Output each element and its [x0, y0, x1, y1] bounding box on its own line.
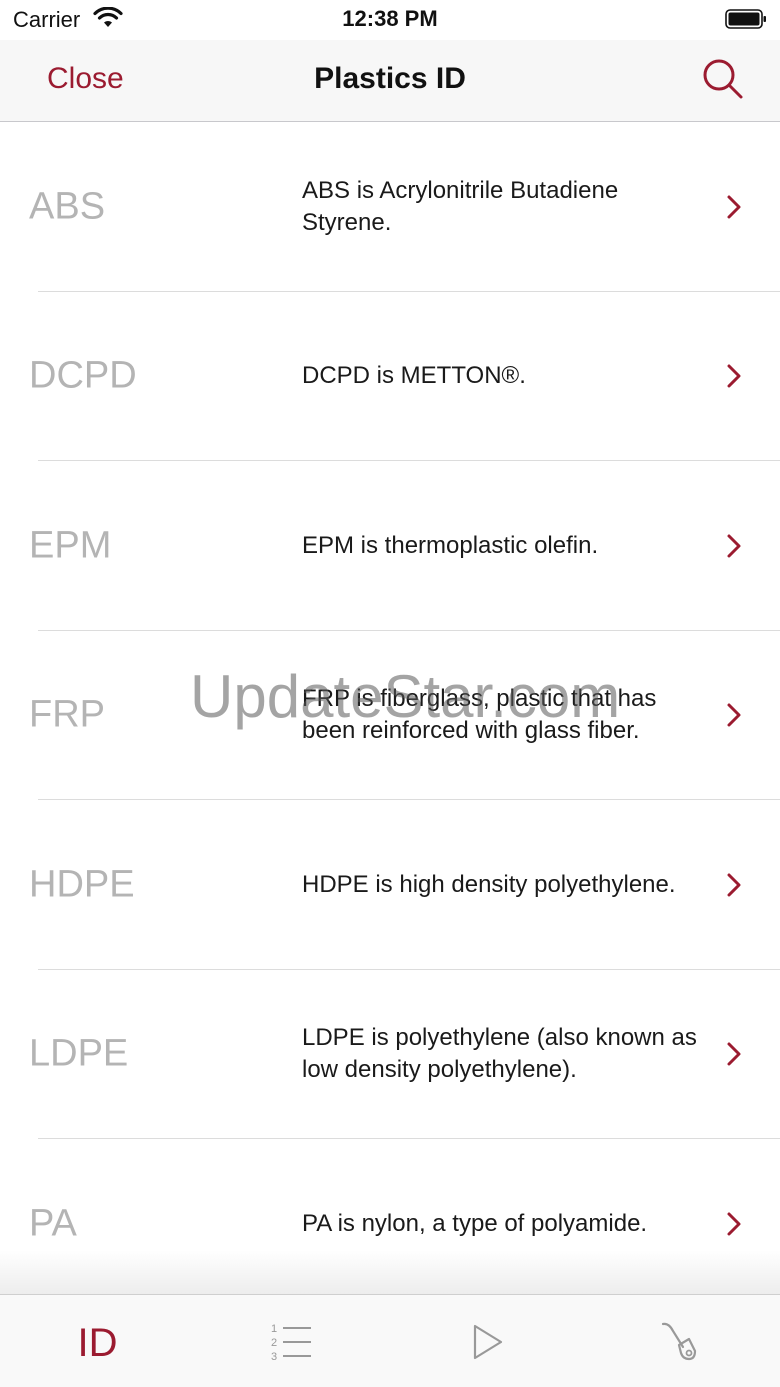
list-item[interactable]: LDPE LDPE is polyethylene (also known as …	[0, 970, 780, 1139]
numbered-list-icon: 1 2 3	[271, 1323, 311, 1363]
navigation-bar: Close Plastics ID	[0, 40, 780, 122]
list-item[interactable]: HDPE HDPE is high density polyethylene.	[0, 800, 780, 970]
plastic-code: PA	[29, 1202, 77, 1245]
tab-bar: ID 1 2 3	[0, 1294, 780, 1387]
svg-text:2: 2	[271, 1337, 277, 1349]
chevron-right-icon	[727, 364, 741, 388]
plastic-description: HDPE is high density polyethylene.	[302, 870, 676, 898]
status-bar: Carrier 12:38 PM	[0, 0, 780, 40]
plastic-code: FRP	[29, 693, 105, 736]
plastic-code: EPM	[29, 524, 112, 567]
list-item[interactable]: PA PA is nylon, a type of polyamide.	[0, 1139, 780, 1294]
list-item[interactable]: EPM EPM is thermoplastic olefin.	[0, 461, 780, 631]
plastic-code: LDPE	[29, 1032, 129, 1075]
plastic-description: ABS is Acrylonitrile Butadiene Styrene.	[302, 176, 619, 236]
tab-id[interactable]: ID	[0, 1295, 195, 1387]
list-item[interactable]: DCPD DCPD is METTON®.	[0, 292, 780, 461]
svg-text:1: 1	[271, 1323, 277, 1335]
chevron-right-icon	[727, 1212, 741, 1236]
chevron-right-icon	[727, 703, 741, 727]
list-item[interactable]: FRP FRP is fiberglass, plastic that has b…	[0, 631, 780, 800]
plastic-description: LDPE is polyethylene (also known as low …	[302, 1024, 697, 1084]
plastic-code: DCPD	[29, 354, 137, 397]
plastic-description: PA is nylon, a type of polyamide.	[302, 1209, 648, 1237]
status-time: 12:38 PM	[342, 6, 438, 31]
chevron-right-icon	[727, 195, 741, 219]
plastic-description: DCPD is METTON®.	[302, 362, 526, 390]
chevron-right-icon	[727, 534, 741, 558]
welding-torch-icon	[661, 1322, 697, 1361]
plastic-description: FRP is fiberglass, plastic that has been…	[302, 685, 657, 745]
plastic-code: ABS	[29, 185, 106, 228]
tab-tools[interactable]	[585, 1295, 780, 1387]
battery-icon	[725, 9, 766, 29]
tab-id-label: ID	[77, 1321, 118, 1365]
page-title: Plastics ID	[314, 62, 466, 95]
search-icon[interactable]	[702, 58, 744, 100]
plastics-list: ABS ABS is Acrylonitrile Butadiene Styren…	[0, 122, 780, 1294]
plastic-description: EPM is thermoplastic olefin.	[302, 531, 599, 559]
play-icon	[473, 1324, 503, 1360]
plastic-code: HDPE	[29, 863, 135, 906]
tab-video[interactable]	[390, 1295, 585, 1387]
tab-list[interactable]: 1 2 3	[195, 1295, 390, 1387]
chevron-right-icon	[727, 1042, 741, 1066]
svg-text:3: 3	[271, 1351, 277, 1363]
chevron-right-icon	[727, 873, 741, 897]
list-item[interactable]: ABS ABS is Acrylonitrile Butadiene Styren…	[0, 122, 780, 292]
